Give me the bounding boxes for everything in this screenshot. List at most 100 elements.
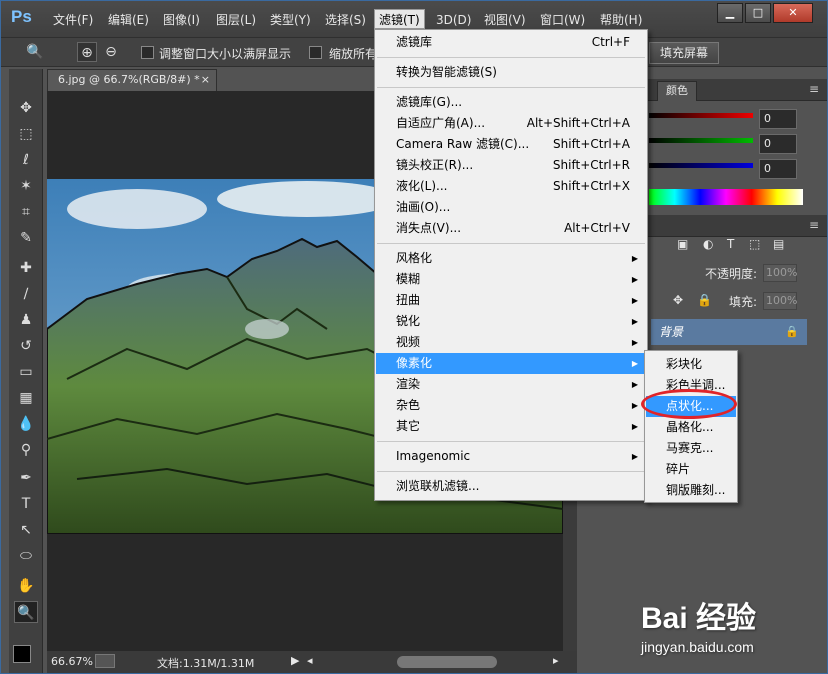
filter-menu-item[interactable]: 浏览联机滤镜... bbox=[376, 476, 646, 497]
pixelate-submenu-item[interactable]: 彩块化 bbox=[646, 354, 736, 375]
close-button[interactable]: ✕ bbox=[773, 3, 813, 23]
panel-menu-icon[interactable]: ≡ bbox=[809, 82, 819, 96]
eyedropper-icon[interactable]: ✎ bbox=[14, 227, 38, 249]
menu-image[interactable]: 图像(I) bbox=[159, 10, 204, 30]
healing-brush-icon[interactable]: ✚ bbox=[14, 257, 38, 279]
filter-menu-item[interactable]: 油画(O)... bbox=[376, 197, 646, 218]
zoom-level[interactable]: 66.67% bbox=[51, 655, 93, 668]
minimize-button[interactable]: ▁ bbox=[717, 3, 743, 23]
lock-move-icon[interactable]: ✥ bbox=[673, 293, 683, 307]
fill-screen-button[interactable]: 填充屏幕 bbox=[649, 42, 719, 64]
crop-tool-icon[interactable]: ⌗ bbox=[14, 201, 38, 223]
clone-stamp-icon[interactable]: ♟ bbox=[14, 309, 38, 331]
filter-menu-item[interactable]: 模糊 ▶ bbox=[376, 269, 646, 290]
red-value[interactable]: 0 bbox=[759, 109, 797, 129]
history-brush-icon[interactable]: ↺ bbox=[14, 335, 38, 357]
lasso-tool-icon[interactable]: ℓ bbox=[14, 149, 38, 171]
ellipse-tool-icon[interactable]: ⬭ bbox=[14, 545, 38, 567]
filter-menu-item[interactable]: 滤镜库 Ctrl+F bbox=[376, 32, 646, 53]
filter-menu-item[interactable]: 消失点(V)... Alt+Ctrl+V bbox=[376, 218, 646, 239]
filter-menu-shortcut: Alt+Ctrl+V bbox=[564, 221, 630, 235]
filter-menu-item[interactable]: 液化(L)... Shift+Ctrl+X bbox=[376, 176, 646, 197]
filter-menu-item-label: 滤镜库 bbox=[396, 35, 433, 49]
filter-menu-item[interactable]: Camera Raw 滤镜(C)... Shift+Ctrl+A bbox=[376, 134, 646, 155]
magic-wand-icon[interactable]: ✶ bbox=[14, 175, 38, 197]
scroll-left-icon[interactable]: ◂ bbox=[307, 654, 313, 667]
menu-edit[interactable]: 编辑(E) bbox=[104, 10, 153, 30]
menu-select[interactable]: 选择(S) bbox=[321, 10, 370, 30]
fill-field[interactable]: 100% bbox=[763, 292, 797, 310]
filter-menu-item[interactable]: 像素化 ▶ bbox=[376, 353, 646, 374]
filter-menu-item[interactable]: 转换为智能滤镜(S) bbox=[376, 62, 646, 83]
pixelate-submenu-item[interactable]: 碎片 bbox=[646, 459, 736, 480]
scroll-right-icon[interactable]: ▸ bbox=[553, 654, 559, 667]
menu-help[interactable]: 帮助(H) bbox=[596, 10, 646, 30]
menu-type[interactable]: 类型(Y) bbox=[266, 10, 315, 30]
zoom-all-checkbox[interactable] bbox=[309, 46, 322, 59]
zoom-in-icon[interactable]: ⊕ bbox=[77, 42, 97, 62]
photoshop-logo: Ps bbox=[11, 7, 32, 26]
hand-tool-icon[interactable]: ✋ bbox=[14, 575, 38, 597]
menu-filter[interactable]: 滤镜(T) bbox=[374, 9, 425, 29]
pixelate-submenu-item[interactable]: 铜版雕刻... bbox=[646, 480, 736, 501]
filter-menu-item[interactable]: 渲染 ▶ bbox=[376, 374, 646, 395]
filter-menu-item[interactable]: 滤镜库(G)... bbox=[376, 92, 646, 113]
status-menu-arrow-icon[interactable]: ▶ bbox=[291, 654, 299, 667]
filter-menu-item[interactable]: 风格化 ▶ bbox=[376, 248, 646, 269]
green-value[interactable]: 0 bbox=[759, 134, 797, 154]
tab-color[interactable]: 颜色 bbox=[657, 81, 697, 101]
move-tool-icon[interactable]: ✥ bbox=[14, 97, 38, 119]
opacity-field[interactable]: 100% bbox=[763, 264, 797, 282]
dodge-tool-icon[interactable]: ⚲ bbox=[14, 439, 38, 461]
filter-menu-item[interactable]: 镜头校正(R)... Shift+Ctrl+R bbox=[376, 155, 646, 176]
restore-button[interactable]: □ bbox=[745, 3, 771, 23]
pen-tool-icon[interactable]: ✒ bbox=[14, 467, 38, 489]
filter-menu-item-label: 模糊 bbox=[396, 272, 421, 286]
zoom-out-icon[interactable]: ⊖ bbox=[101, 42, 121, 62]
filter-menu-item[interactable]: 锐化 ▶ bbox=[376, 311, 646, 332]
filter-menu-item[interactable]: 自适应广角(A)... Alt+Shift+Ctrl+A bbox=[376, 113, 646, 134]
path-select-icon[interactable]: ↖ bbox=[14, 519, 38, 541]
filter-menu-item[interactable]: 其它 ▶ bbox=[376, 416, 646, 437]
type-tool-icon[interactable]: T bbox=[14, 493, 38, 515]
marquee-tool-icon[interactable]: ⬚ bbox=[14, 123, 38, 145]
filter-menu-item[interactable]: 视频 ▶ bbox=[376, 332, 646, 353]
foreground-color-swatch[interactable] bbox=[13, 645, 31, 663]
filter-menu-item[interactable]: 杂色 ▶ bbox=[376, 395, 646, 416]
filter-shape-icon[interactable]: ⬚ bbox=[749, 237, 760, 251]
zoom-tool-preset-icon[interactable]: 🔍 bbox=[25, 42, 45, 62]
filter-pixel-icon[interactable]: ▣ bbox=[677, 237, 688, 251]
red-slider[interactable] bbox=[649, 113, 753, 118]
filter-menu-item[interactable]: Imagenomic ▶ bbox=[376, 446, 646, 467]
green-slider[interactable] bbox=[649, 138, 753, 143]
color-spectrum[interactable] bbox=[649, 189, 803, 205]
pixelate-submenu-item[interactable]: 晶格化... bbox=[646, 417, 736, 438]
horizontal-scroll-thumb[interactable] bbox=[397, 656, 497, 668]
layers-menu-icon[interactable]: ≡ bbox=[809, 218, 819, 232]
filter-menu-item[interactable]: 扭曲 ▶ bbox=[376, 290, 646, 311]
lock-all-icon[interactable]: 🔒 bbox=[697, 293, 712, 307]
layer-background[interactable]: 背景 🔒 bbox=[651, 319, 807, 345]
filter-adjust-icon[interactable]: ◐ bbox=[703, 237, 713, 251]
document-tab[interactable]: 6.jpg @ 66.7%(RGB/8#) * × bbox=[47, 69, 217, 91]
status-info-icon[interactable] bbox=[95, 654, 115, 668]
blur-tool-icon[interactable]: 💧 bbox=[14, 413, 38, 435]
eraser-icon[interactable]: ▭ bbox=[14, 361, 38, 383]
filter-type-icon[interactable]: T bbox=[727, 237, 734, 251]
menu-3d[interactable]: 3D(D) bbox=[432, 10, 475, 30]
blue-value[interactable]: 0 bbox=[759, 159, 797, 179]
menu-view[interactable]: 视图(V) bbox=[480, 10, 530, 30]
close-tab-icon[interactable]: × bbox=[201, 70, 210, 90]
menu-window[interactable]: 窗口(W) bbox=[536, 10, 589, 30]
menu-layer[interactable]: 图层(L) bbox=[212, 10, 260, 30]
menu-file[interactable]: 文件(F) bbox=[49, 10, 97, 30]
filter-menu-item-label: 视频 bbox=[396, 335, 421, 349]
blue-slider[interactable] bbox=[649, 163, 753, 168]
brush-tool-icon[interactable]: ∕ bbox=[14, 283, 38, 305]
zoom-tool-icon[interactable]: 🔍 bbox=[14, 601, 38, 623]
tools-panel: ✥ ⬚ ℓ ✶ ⌗ ✎ ✚ ∕ ♟ ↺ ▭ ▦ 💧 ⚲ ✒ T ↖ ⬭ ✋ 🔍 bbox=[9, 69, 43, 673]
gradient-icon[interactable]: ▦ bbox=[14, 387, 38, 409]
resize-windows-checkbox[interactable] bbox=[141, 46, 154, 59]
pixelate-submenu-item[interactable]: 马赛克... bbox=[646, 438, 736, 459]
filter-smart-icon[interactable]: ▤ bbox=[773, 237, 784, 251]
